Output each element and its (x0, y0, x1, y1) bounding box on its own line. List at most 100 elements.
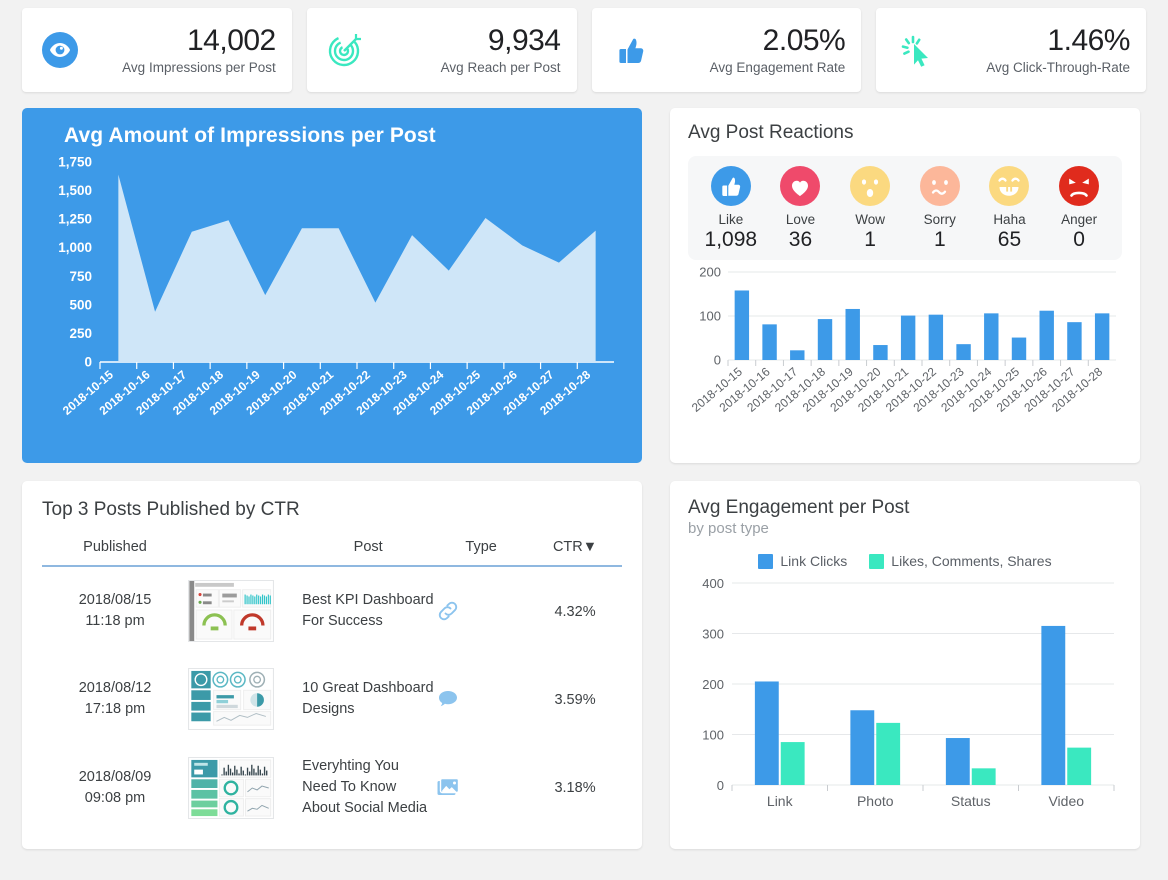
reaction-label: Sorry (923, 212, 956, 227)
reactions-strip: Like 1,098 Love 36 Wow 1 Sorry 1 Haha 65 Anger 0 (688, 156, 1122, 260)
ctr-value: 3.18% (554, 780, 596, 797)
right-column: Avg Post Reactions Like 1,098 Love 36 Wow 1 So… (670, 108, 1140, 849)
post-title: Best KPI Dashboard For Success (302, 591, 434, 629)
top-posts-title: Top 3 Posts Published by CTR (42, 499, 300, 520)
kpi-card-engagement[interactable]: 2.05% Avg Engagement Rate (591, 8, 862, 92)
kpi-value: 14,002 (186, 23, 276, 57)
cell-post[interactable]: Best KPI Dashboard For Success (288, 566, 434, 655)
svg-text:1,250: 1,250 (58, 212, 92, 227)
reaction-item-sorry[interactable]: Sorry 1 (908, 166, 972, 252)
table-body: 2018/08/15 11:18 pm Best KPI Dashboard F… (42, 566, 622, 832)
svg-text:1,750: 1,750 (58, 155, 92, 170)
published-date: 2018/08/12 (78, 679, 152, 696)
reaction-item-like[interactable]: Like 1,098 (699, 166, 763, 252)
click-cursor-icon (890, 26, 938, 74)
kpi-label: Avg Engagement Rate (709, 60, 846, 76)
cell-thumbnail[interactable] (188, 743, 288, 832)
kpi-value: 9,934 (487, 23, 561, 57)
svg-text:Status: Status (951, 793, 991, 809)
table-row[interactable]: 2018/08/15 11:18 pm Best KPI Dashboard F… (42, 566, 622, 655)
reaction-value: 1 (864, 228, 876, 251)
engagement-panel-title: Avg Engagement per Post (688, 497, 910, 518)
reaction-item-wow[interactable]: Wow 1 (838, 166, 902, 252)
svg-text:200: 200 (702, 677, 724, 692)
social-media-thumbnail (188, 756, 288, 819)
heart-reaction-icon (780, 166, 821, 206)
column-header-post[interactable]: Post (288, 533, 434, 566)
table-head: Published Post Type CTR▼ (42, 533, 622, 566)
reaction-item-love[interactable]: Love 36 (768, 166, 832, 252)
svg-text:0: 0 (84, 355, 92, 370)
reaction-value: 1 (933, 228, 946, 251)
table-row[interactable]: 2018/08/09 09:08 pm Everyhting You Need … (42, 743, 622, 832)
engagement-bar-chart[interactable]: 0 100 200 300 400 Link Photo Status Video (688, 575, 1122, 825)
kpi-label: Avg Reach per Post (440, 60, 561, 76)
cell-type (434, 743, 528, 832)
svg-text:300: 300 (702, 627, 724, 642)
kpi-label: Avg Click-Through-Rate (986, 60, 1130, 76)
reactions-panel: Avg Post Reactions Like 1,098 Love 36 Wow 1 So… (670, 108, 1140, 463)
eye-icon (36, 26, 84, 74)
legend-label: Link Clicks (780, 553, 848, 569)
legend-item-2[interactable]: Likes, Comments, Shares (869, 553, 1052, 569)
wow-face-icon (850, 166, 891, 206)
ctr-value: 3.59% (554, 691, 596, 708)
reaction-label: Anger (1061, 212, 1098, 227)
kpi-card-reach[interactable]: 9,934 Avg Reach per Post (306, 8, 577, 92)
reaction-item-haha[interactable]: Haha 65 (977, 166, 1041, 252)
svg-text:Link: Link (767, 793, 794, 809)
kpi-value: 1.46% (1047, 23, 1130, 57)
column-header-type[interactable]: Type (434, 533, 528, 566)
published-date: 2018/08/15 (78, 591, 152, 608)
svg-text:Video: Video (1048, 793, 1084, 809)
kpi-row: 14,002 Avg Impressions per Post 9,934 Av… (22, 8, 1146, 92)
reactions-bar-chart[interactable]: 0 100 200 2018-10-15 2018-10-16 2018-10-17 201… (688, 266, 1122, 416)
column-header-ctr[interactable]: CTR▼ (528, 533, 622, 566)
reaction-value: 1,098 (704, 228, 758, 251)
cell-ctr: 3.59% (528, 655, 622, 743)
angry-face-icon (1059, 166, 1100, 206)
kpi-value: 2.05% (762, 23, 846, 57)
legend-swatch (869, 553, 885, 569)
engagement-panel-subtitle: by post type (688, 520, 769, 537)
cell-post[interactable]: 10 Great Dashboard Designs (288, 655, 434, 743)
top-posts-table: Published Post Type CTR▼ 2018/08/15 11:1… (42, 533, 622, 832)
left-column: Avg Amount of Impressions per Post 0 250 5… (22, 108, 642, 849)
kpi-card-impressions[interactable]: 14,002 Avg Impressions per Post (22, 8, 292, 92)
cell-published: 2018/08/12 17:18 pm (42, 655, 188, 743)
kpi-label: Avg Impressions per Post (122, 60, 276, 76)
thumbs-up-icon (606, 26, 654, 74)
cell-ctr: 3.18% (528, 743, 622, 832)
post-title: 10 Great Dashboard Designs (302, 679, 434, 717)
reaction-value: 0 (1073, 228, 1085, 251)
cell-thumbnail[interactable] (188, 655, 288, 743)
sort-descending-icon: ▼ (582, 539, 598, 555)
svg-text:750: 750 (69, 269, 92, 284)
table-row[interactable]: 2018/08/12 17:18 pm 10 Great Dashboard D… (42, 655, 622, 743)
svg-text:1,000: 1,000 (58, 240, 92, 255)
reaction-label: Wow (855, 212, 886, 227)
kpi-card-ctr[interactable]: 1.46% Avg Click-Through-Rate (876, 8, 1146, 92)
cell-published: 2018/08/15 11:18 pm (42, 566, 188, 655)
cell-post[interactable]: Everyhting You Need To Know About Social… (288, 743, 434, 832)
legend-label: Likes, Comments, Shares (891, 553, 1052, 569)
reaction-label: Haha (993, 212, 1026, 227)
dashboard-designs-thumbnail (188, 668, 288, 730)
legend-item-1[interactable]: Link Clicks (758, 553, 847, 569)
published-time: 17:18 pm (84, 701, 146, 717)
svg-text:0: 0 (714, 353, 721, 368)
cell-thumbnail[interactable] (188, 566, 288, 655)
haha-face-icon (989, 166, 1030, 206)
table-header-row: Published Post Type CTR▼ (42, 533, 622, 566)
reaction-label: Like (718, 212, 744, 227)
reaction-label: Love (785, 212, 816, 227)
svg-text:100: 100 (702, 728, 724, 743)
reaction-item-anger[interactable]: Anger 0 (1047, 166, 1111, 252)
svg-text:100: 100 (699, 309, 721, 324)
svg-text:0: 0 (717, 778, 724, 793)
column-header-published[interactable]: Published (42, 533, 188, 566)
impressions-area-chart[interactable]: 0 250 500 750 1,000 1,250 1,500 1,750 2018-10-15… (38, 154, 626, 454)
comment-icon (434, 685, 528, 713)
impressions-panel: Avg Amount of Impressions per Post 0 250 5… (22, 108, 642, 463)
svg-text:Photo: Photo (857, 793, 894, 809)
